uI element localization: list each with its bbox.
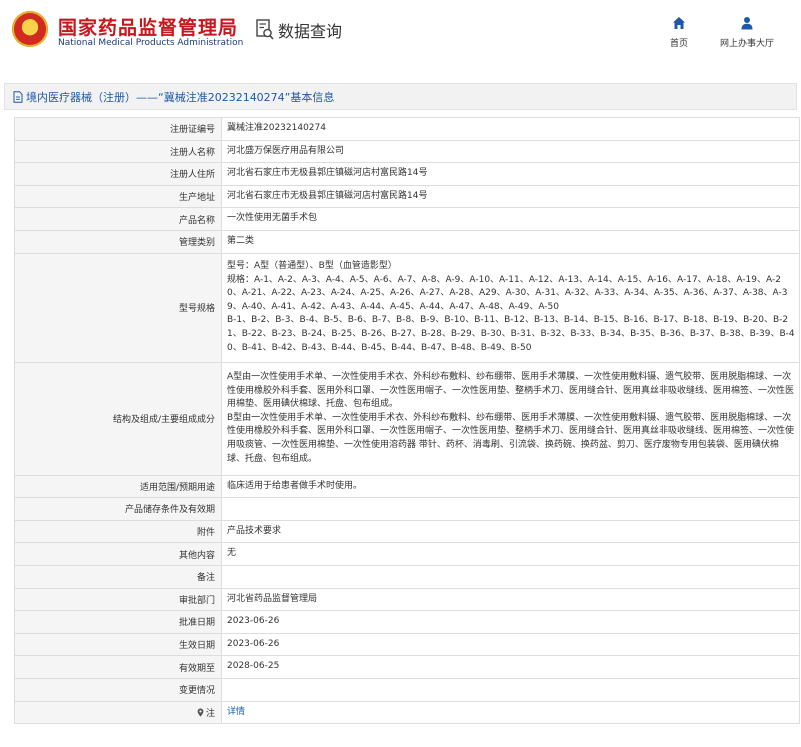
management-class-value: 第二类: [221, 229, 800, 254]
table-row: 注册人住所 河北省石家庄市无极县郭庄镇磁河店村富民路14号: [14, 162, 800, 186]
table-row: 产品名称 一次性使用无菌手术包: [14, 207, 800, 231]
other-content-value: 无: [221, 542, 800, 566]
table-row: 其他内容 无: [14, 542, 800, 566]
spec-a-line: 规格：A-1、A-2、A-3、A-4、A-5、A-6、A-7、A-8、A-9、A…: [227, 274, 788, 312]
production-address-value: 河北省石家庄市无极县郭庄镇磁河店村富民路14号: [221, 184, 800, 209]
document-icon: [13, 90, 23, 103]
data-query-link[interactable]: 数据查询: [256, 18, 342, 42]
approval-date-label: 批准日期: [14, 610, 222, 634]
device-info-table: 注册证编号 冀械注准20232140274 注册人名称 河北盛万保医疗用品有限公…: [14, 117, 800, 725]
attachment-label: 附件: [14, 519, 222, 544]
model-spec-value: 型号：A型（普通型）、B型（血管造影型） 规格：A-1、A-2、A-3、A-4、…: [221, 252, 800, 363]
data-query-icon: [256, 19, 274, 40]
registrant-label: 注册人名称: [14, 139, 222, 164]
note-value-cell: 详情: [221, 700, 800, 725]
reg-no-label: 注册证编号: [14, 117, 222, 141]
table-row: 批准日期 2023-06-26: [14, 610, 800, 634]
remark-value: [221, 564, 800, 589]
structure-a-text: A型由一次性使用手术单、一次性使用手术衣、外科纱布敷料、纱布绷带、医用手术薄膜、…: [227, 371, 795, 410]
other-content-label: 其他内容: [14, 542, 222, 566]
table-row: 产品储存条件及有效期: [14, 497, 800, 521]
table-row: 结构及组成/主要组成成分 A型由一次性使用手术单、一次性使用手术衣、外科纱布敷料…: [14, 361, 800, 476]
approval-date-value: 2023-06-26: [221, 610, 800, 634]
site-subtitle: National Medical Products Administration: [58, 38, 244, 48]
table-row: 管理类别 第二类: [14, 229, 800, 254]
nav-online-office[interactable]: 网上办事大厅: [720, 16, 774, 49]
table-row: 注册证编号 冀械注准20232140274: [14, 117, 800, 141]
note-label-cell: 注: [14, 700, 222, 725]
location-pin-icon: [197, 708, 204, 717]
national-emblem-icon: [12, 11, 48, 47]
remark-label: 备注: [14, 564, 222, 589]
change-value: [221, 677, 800, 702]
model-type-line: 型号：A型（普通型）、B型（血管造影型）: [227, 260, 397, 271]
spec-b-line: B-1、B-2、B-3、B-4、B-5、B-6、B-7、B-8、B-9、B-10…: [227, 315, 795, 353]
table-row: 注 详情: [14, 700, 800, 725]
scope-value: 临床适用于给患者做手术时使用。: [221, 474, 800, 499]
approval-dept-label: 审批部门: [14, 587, 222, 612]
table-row: 附件 产品技术要求: [14, 519, 800, 544]
registrant-address-value: 河北省石家庄市无极县郭庄镇磁河店村富民路14号: [221, 162, 800, 186]
table-row: 注册人名称 河北盛万保医疗用品有限公司: [14, 139, 800, 164]
table-row: 型号规格 型号：A型（普通型）、B型（血管造影型） 规格：A-1、A-2、A-3…: [14, 252, 800, 363]
table-row: 备注: [14, 564, 800, 589]
nav-office-label: 网上办事大厅: [720, 39, 775, 49]
production-address-label: 生产地址: [14, 184, 222, 209]
site-title[interactable]: 国家药品监督管理局: [58, 13, 238, 40]
structure-label: 结构及组成/主要组成成分: [14, 361, 222, 476]
effective-date-value: 2023-06-26: [221, 632, 800, 657]
site-header: 国家药品监督管理局 National Medical Products Admi…: [0, 0, 801, 70]
effective-date-label: 生效日期: [14, 632, 222, 657]
table-row: 生效日期 2023-06-26: [14, 632, 800, 657]
registrant-value: 河北盛万保医疗用品有限公司: [221, 139, 800, 164]
scope-label: 适用范围/预期用途: [14, 474, 222, 499]
person-icon: [741, 17, 753, 30]
valid-until-label: 有效期至: [14, 655, 222, 679]
home-icon: [673, 17, 685, 29]
valid-until-value: 2028-06-25: [221, 655, 800, 679]
attachment-value: 产品技术要求: [221, 519, 800, 544]
product-name-label: 产品名称: [14, 207, 222, 231]
table-row: 审批部门 河北省药品监督管理局: [14, 587, 800, 612]
table-row: 生产地址 河北省石家庄市无极县郭庄镇磁河店村富民路14号: [14, 184, 800, 209]
nav-home[interactable]: 首页: [670, 16, 688, 49]
product-name-value: 一次性使用无菌手术包: [221, 207, 800, 231]
change-label: 变更情况: [14, 677, 222, 702]
data-query-label: 数据查询: [278, 22, 343, 41]
page-title: 境内医疗器械（注册）——“冀械注准20232140274”基本信息: [26, 90, 335, 104]
structure-value: A型由一次性使用手术单、一次性使用手术衣、外科纱布敷料、纱布绷带、医用手术薄膜、…: [221, 361, 800, 476]
nav-home-label: 首页: [670, 39, 689, 49]
management-class-label: 管理类别: [14, 229, 222, 254]
details-link[interactable]: 详情: [227, 707, 245, 717]
page-title-bar: 境内医疗器械（注册）——“冀械注准20232140274”基本信息: [4, 83, 797, 110]
approval-dept-value: 河北省药品监督管理局: [221, 587, 800, 612]
structure-b-text: B型由一次性使用手术单、一次性使用手术衣、外科纱布敷料、纱布绷带、医用手术薄膜、…: [227, 412, 795, 464]
storage-value: [221, 497, 800, 521]
registrant-address-label: 注册人住所: [14, 162, 222, 186]
model-spec-label: 型号规格: [14, 252, 222, 363]
table-row: 有效期至 2028-06-25: [14, 655, 800, 679]
reg-no-value: 冀械注准20232140274: [221, 117, 800, 141]
storage-label: 产品储存条件及有效期: [14, 497, 222, 521]
table-row: 变更情况: [14, 677, 800, 702]
note-label: 注: [205, 708, 215, 719]
table-row: 适用范围/预期用途 临床适用于给患者做手术时使用。: [14, 474, 800, 499]
